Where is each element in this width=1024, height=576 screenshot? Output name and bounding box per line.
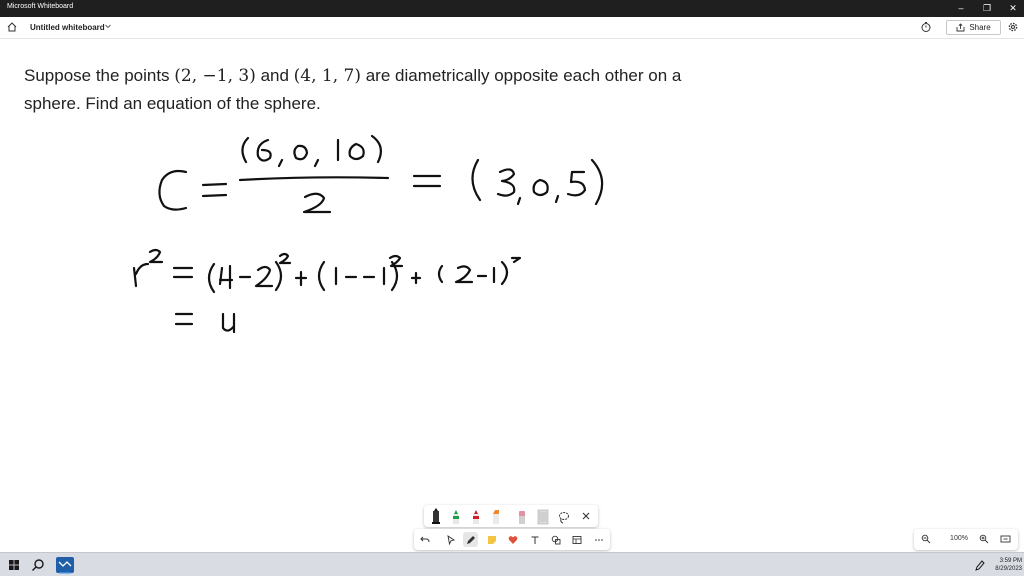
orange-highlighter[interactable] <box>491 508 501 525</box>
clock-date: 8/29/2023 <box>995 566 1022 572</box>
ink-term-1 <box>207 252 292 294</box>
ink-radius-r <box>132 262 150 288</box>
ink-plus-1 <box>294 270 308 287</box>
pointer-icon <box>446 534 455 545</box>
close-icon[interactable] <box>580 508 592 525</box>
text-tool[interactable] <box>527 532 542 547</box>
note-tool[interactable] <box>484 532 499 547</box>
pen-icon <box>466 535 475 544</box>
ink-exponent-2 <box>148 248 164 264</box>
undo-icon <box>419 536 429 542</box>
ink-fraction-bar <box>238 176 390 182</box>
zoom-bar: 100% <box>914 529 1018 550</box>
taskbar: 3:59 PM 8/29/2023 <box>0 552 1024 576</box>
ruler-icon[interactable] <box>537 508 549 525</box>
main-toolbar <box>414 529 610 550</box>
inking-tool[interactable] <box>463 532 478 547</box>
ink-result-4 <box>221 312 236 334</box>
sticky-note-icon <box>487 535 496 544</box>
text-icon <box>531 536 538 544</box>
ink-layer <box>132 134 604 334</box>
select-tool[interactable] <box>443 532 458 547</box>
undo-button[interactable] <box>417 532 432 547</box>
ink-equals-4 <box>174 312 194 326</box>
lasso-icon[interactable] <box>558 508 570 525</box>
ink-numerator <box>241 134 383 168</box>
zoom-in-icon[interactable] <box>979 534 989 544</box>
search-icon[interactable] <box>30 557 46 573</box>
green-pen[interactable] <box>451 508 461 525</box>
more-tools-button[interactable] <box>591 532 606 547</box>
zoom-level[interactable]: 100% <box>946 535 972 542</box>
clock-time: 3:59 PM <box>999 558 1022 564</box>
system-clock[interactable]: 3:59 PM 8/29/2023 <box>986 557 1022 573</box>
template-icon <box>572 535 581 544</box>
ink-plus-2 <box>410 271 422 285</box>
ink-equals-2 <box>412 174 442 188</box>
shapes-tool[interactable] <box>548 532 563 547</box>
fit-to-screen-icon[interactable] <box>1000 534 1011 544</box>
ink-letter-c <box>158 169 188 211</box>
eraser-icon[interactable] <box>517 508 527 525</box>
reactions-tool[interactable] <box>505 532 520 547</box>
ink-term-2 <box>317 254 404 292</box>
heart-icon <box>508 535 517 544</box>
zoom-out-icon[interactable] <box>921 534 931 544</box>
windows-start-icon[interactable] <box>6 557 22 573</box>
pen-tray <box>424 505 598 527</box>
more-icon <box>594 538 603 541</box>
templates-tool[interactable] <box>569 532 584 547</box>
shapes-icon <box>551 535 560 544</box>
ink-term-3 <box>437 256 522 286</box>
ink-center-result <box>471 158 604 206</box>
black-pen[interactable] <box>431 508 441 525</box>
ink-denominator <box>302 192 332 214</box>
whiteboard-app-icon[interactable] <box>55 556 75 574</box>
ink-equals-3 <box>172 266 194 279</box>
ink-equals <box>201 182 228 198</box>
pen-tray-icon[interactable] <box>974 557 986 573</box>
red-pen[interactable] <box>471 508 481 525</box>
